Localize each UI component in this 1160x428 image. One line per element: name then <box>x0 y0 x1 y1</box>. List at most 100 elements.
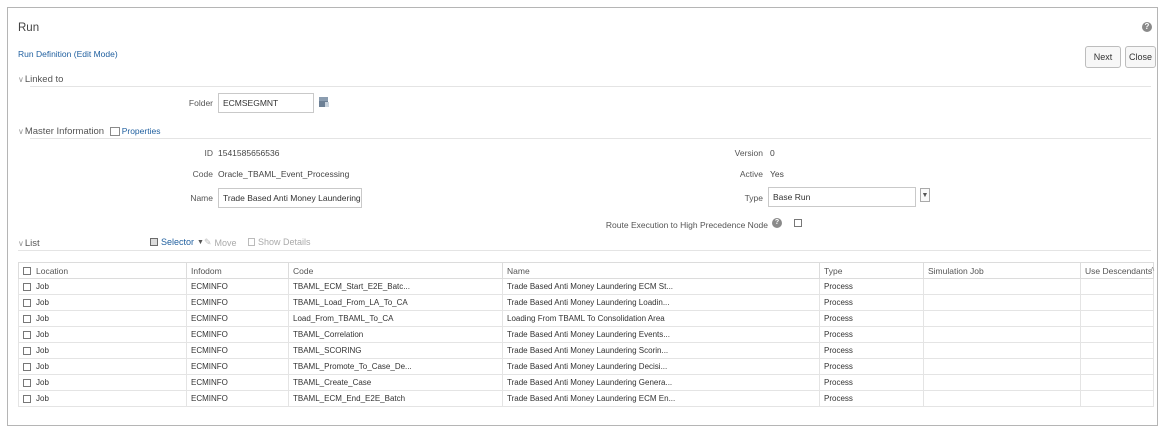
cell-desc <box>1080 358 1154 375</box>
selector-button[interactable]: Selector ▼ <box>150 237 204 247</box>
column-header-use-descendants[interactable]: Use Descendants <box>1080 262 1154 279</box>
table-row[interactable]: Job ECMINFO Load_From_TBAML_To_CA Loading F… <box>18 310 1154 327</box>
cell-code: TBAML_Correlation <box>288 326 503 343</box>
selector-icon <box>150 238 158 246</box>
select-all-checkbox[interactable] <box>23 267 31 276</box>
show-details-label: Show Details <box>258 237 311 247</box>
tasks-table: Location Infodom Code Name Type Simulati… <box>18 262 1154 407</box>
scroll-up-icon[interactable]: ∧ <box>1150 265 1155 273</box>
list-section-header[interactable]: ∨List <box>18 238 40 249</box>
row-checkbox[interactable] <box>23 362 31 371</box>
row-checkbox[interactable] <box>23 282 31 291</box>
properties-icon[interactable] <box>109 126 120 136</box>
divider <box>30 86 1151 87</box>
column-header-simulation-job[interactable]: Simulation Job <box>923 262 1081 279</box>
cell-desc <box>1080 326 1154 343</box>
cell-location: Job <box>18 342 187 359</box>
id-value: 1541585656536 <box>218 148 280 158</box>
details-icon <box>248 238 255 246</box>
table-row[interactable]: Job ECMINFO TBAML_Load_From_LA_To_CA Trade … <box>18 294 1154 311</box>
column-header-name[interactable]: Name <box>502 262 820 279</box>
cell-infodom: ECMINFO <box>186 310 289 327</box>
cell-desc <box>1080 310 1154 327</box>
cell-desc <box>1080 278 1154 295</box>
cell-code: Load_From_TBAML_To_CA <box>288 310 503 327</box>
cell-name: Trade Based Anti Money Laundering ECM En… <box>502 390 820 407</box>
master-information-section-header[interactable]: ∨Master Information Properties <box>18 126 160 137</box>
close-button[interactable]: Close <box>1125 46 1156 68</box>
show-details-button[interactable]: Show Details <box>248 237 311 247</box>
next-button[interactable]: Next <box>1085 46 1121 68</box>
column-header-type[interactable]: Type <box>819 262 924 279</box>
cell-sim <box>923 278 1081 295</box>
column-header-location[interactable]: Location <box>18 262 187 279</box>
chevron-down-icon[interactable]: ▼ <box>920 188 930 202</box>
linked-to-section-header[interactable]: ∨Linked to <box>18 74 63 85</box>
row-checkbox[interactable] <box>23 314 31 323</box>
column-header-infodom[interactable]: Infodom <box>186 262 289 279</box>
table-row[interactable]: Job ECMINFO TBAML_SCORING Trade Based Anti … <box>18 342 1154 359</box>
move-button[interactable]: ✎ Move <box>204 237 237 248</box>
type-selected-value: Base Run <box>773 192 811 202</box>
cell-code: TBAML_SCORING <box>288 342 503 359</box>
type-select[interactable]: Base Run <box>768 187 916 207</box>
cell-infodom: ECMINFO <box>186 294 289 311</box>
cell-name: Trade Based Anti Money Laundering Scorin… <box>502 342 820 359</box>
help-icon[interactable]: ? <box>1142 22 1152 32</box>
folder-browse-icon[interactable] <box>318 96 330 110</box>
cell-location: Job <box>18 358 187 375</box>
cell-desc <box>1080 294 1154 311</box>
divider <box>30 138 1151 139</box>
move-label: Move <box>214 237 237 248</box>
folder-label: Folder <box>188 98 213 108</box>
table-row[interactable]: Job ECMINFO TBAML_Correlation Trade Based A… <box>18 326 1154 343</box>
cell-type: Process <box>819 326 924 343</box>
cell-desc <box>1080 342 1154 359</box>
linked-to-label: Linked to <box>24 74 64 85</box>
active-value: Yes <box>770 169 784 179</box>
cell-sim <box>923 358 1081 375</box>
run-definition-mode-link[interactable]: Run Definition (Edit Mode) <box>18 49 118 59</box>
active-label: Active <box>739 169 763 179</box>
properties-link[interactable]: Properties <box>122 126 161 136</box>
row-checkbox[interactable] <box>23 378 31 387</box>
version-value: 0 <box>770 148 775 158</box>
column-header-code[interactable]: Code <box>288 262 503 279</box>
cell-name: Trade Based Anti Money Laundering Genera… <box>502 374 820 391</box>
cell-desc <box>1080 390 1154 407</box>
row-checkbox[interactable] <box>23 330 31 339</box>
cell-infodom: ECMINFO <box>186 390 289 407</box>
row-checkbox[interactable] <box>23 346 31 355</box>
cell-desc <box>1080 374 1154 391</box>
cell-infodom: ECMINFO <box>186 342 289 359</box>
cell-sim <box>923 390 1081 407</box>
cell-code: TBAML_ECM_Start_E2E_Batc... <box>288 278 503 295</box>
cell-name: Trade Based Anti Money Laundering Events… <box>502 326 820 343</box>
folder-field[interactable]: ECMSEGMNT <box>218 93 314 113</box>
route-execution-label: Route Execution to High Precedence Node <box>605 220 768 230</box>
cell-location: Job <box>18 310 187 327</box>
route-help-icon[interactable]: ? <box>772 218 782 228</box>
cell-sim <box>923 342 1081 359</box>
caret-down-icon: ▼ <box>197 238 204 246</box>
cell-sim <box>923 374 1081 391</box>
cell-location: Job <box>18 374 187 391</box>
chevron-down-icon: ∨ <box>18 239 24 248</box>
cell-type: Process <box>819 310 924 327</box>
cell-name: Trade Based Anti Money Laundering Decisi… <box>502 358 820 375</box>
cell-sim <box>923 294 1081 311</box>
cell-location: Job <box>18 294 187 311</box>
row-checkbox[interactable] <box>23 394 31 403</box>
cell-type: Process <box>819 374 924 391</box>
cell-code: TBAML_Load_From_LA_To_CA <box>288 294 503 311</box>
id-label: ID <box>204 148 214 158</box>
cell-name: Trade Based Anti Money Laundering ECM St… <box>502 278 820 295</box>
cell-type: Process <box>819 390 924 407</box>
table-row[interactable]: Job ECMINFO TBAML_ECM_Start_E2E_Batc... Tra… <box>18 278 1154 295</box>
row-checkbox[interactable] <box>23 298 31 307</box>
name-field[interactable]: Trade Based Anti Money Laundering E <box>218 188 362 208</box>
table-row[interactable]: Job ECMINFO TBAML_Create_Case Trade Based A… <box>18 374 1154 391</box>
route-execution-checkbox[interactable] <box>794 219 802 227</box>
table-row[interactable]: Job ECMINFO TBAML_ECM_End_E2E_Batch Trade B… <box>18 390 1154 407</box>
table-row[interactable]: Job ECMINFO TBAML_Promote_To_Case_De... Tra… <box>18 358 1154 375</box>
